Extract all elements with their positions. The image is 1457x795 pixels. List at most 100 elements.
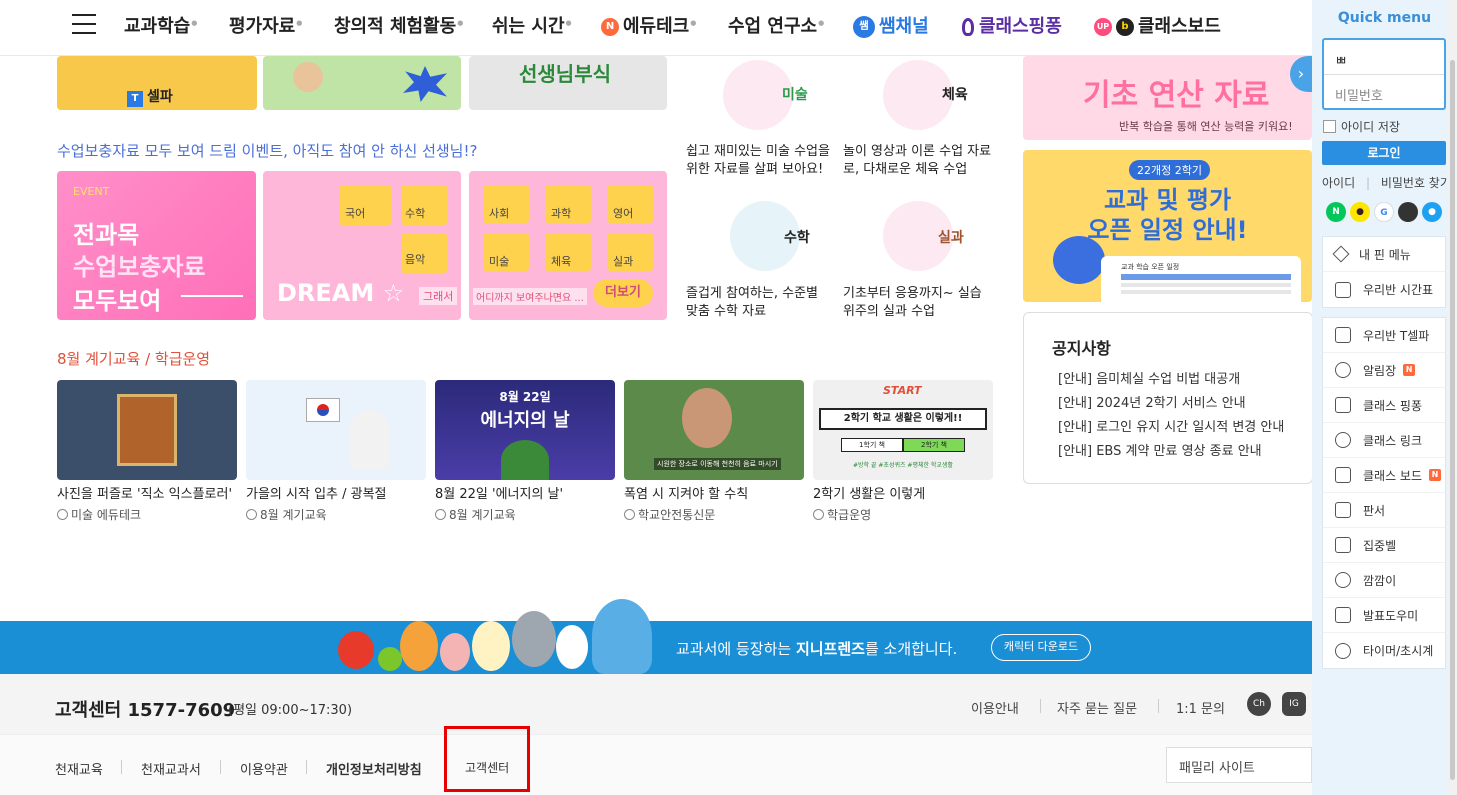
clipboard-icon: [1335, 281, 1351, 298]
kakao-channel-icon[interactable]: Ch: [1247, 692, 1271, 716]
footer-top: 고객센터 1577-7609 (평일 09:00~17:30) 이용안내 자주 …: [0, 674, 1312, 734]
footer-link-guide[interactable]: 이용안내: [971, 698, 1019, 717]
nav-item-class-pingpong[interactable]: 클래스핑퐁: [962, 12, 1062, 38]
bell-icon: [1335, 362, 1351, 378]
autumn-thumb[interactable]: [246, 380, 426, 480]
august-section-title[interactable]: 8월 계기교육 / 학급운영: [57, 348, 210, 369]
quick-item-blink[interactable]: 깜깜이: [1323, 563, 1445, 598]
pin-icon: [1332, 245, 1350, 263]
notice-item[interactable]: [안내] 음미체실 수업 비법 대공개: [1058, 368, 1240, 387]
event-section-title[interactable]: 수업보충자료 모두 보여 드림 이벤트, 아직도 참여 안 하신 선생님!?: [57, 140, 477, 161]
event-tag: EVENT: [73, 185, 110, 198]
event-card-folders[interactable]: 사회 과학 영어 미술 체육 실과 어디까지 보여주나면요 ... 더보기: [469, 171, 667, 320]
energy-day-thumb[interactable]: 8월 22일 에너지의 날: [435, 380, 615, 480]
menu-icon[interactable]: [72, 14, 96, 36]
checklist-icon: [1335, 607, 1351, 623]
footer-link-chunjae-edu[interactable]: 천재교육: [55, 759, 103, 778]
quick-item-class-link[interactable]: 클래스 링크: [1323, 423, 1445, 458]
new-badge: N: [1403, 364, 1416, 376]
quick-item-class-board[interactable]: 클래스 보드 N: [1323, 458, 1445, 493]
quick-item-class-timetable[interactable]: 우리반 시간표: [1323, 272, 1445, 307]
pe-subject-desc[interactable]: 놀이 영상과 이론 수업 자료로, 다채로운 체육 수업: [843, 143, 995, 179]
tree-bulb-image: [501, 440, 549, 480]
quick-item-whiteboard[interactable]: 판서: [1323, 493, 1445, 528]
save-id-checkbox[interactable]: 아이디 저장: [1323, 118, 1400, 135]
clock-icon: [813, 509, 824, 520]
practical-subject-desc[interactable]: 기초부터 응용까지~ 실습 위주의 실과 수업: [843, 285, 988, 321]
eval-schedule-banner[interactable]: 22개정 2학기 교과 및 평가 오픈 일정 안내! 교과 학습 오픈 일정: [1023, 150, 1312, 302]
card-caption[interactable]: 사진을 퍼즐로 '직소 익스플로러': [57, 486, 232, 504]
footer-bottom: 천재교육 천재교과서 이용약관 개인정보처리방침 고객센터 패밀리 사이트: [0, 734, 1312, 795]
quick-item-notice-board[interactable]: 알림장 N: [1323, 353, 1445, 388]
google-login-icon[interactable]: G: [1374, 202, 1394, 222]
folder-practical: 실과: [613, 255, 634, 268]
apple-login-icon[interactable]: [1398, 202, 1418, 222]
character-download-button[interactable]: 캐릭터 다운로드: [991, 634, 1091, 661]
dream-label: DREAM ☆: [277, 279, 405, 307]
kakao-login-icon[interactable]: ●: [1350, 202, 1370, 222]
math-basics-banner[interactable]: 기초 연산 자료 반복 학습을 통해 연산 능력을 키워요!: [1023, 56, 1312, 140]
board-logo-icon: b: [1116, 18, 1134, 36]
event-card-all-subjects[interactable]: EVENT 전과목 수업보충자료 모두보여: [57, 171, 256, 320]
math-subject-desc[interactable]: 즐겁게 참여하는, 수준별 맞춤 수학 자료: [686, 285, 826, 321]
quick-item-presentation-helper[interactable]: 발표도우미: [1323, 598, 1445, 633]
scrollbar-thumb[interactable]: [1450, 60, 1455, 780]
quick-item-timer[interactable]: 타이머/초시계: [1323, 633, 1445, 668]
character-banner[interactable]: 교과서에 등장하는 지니프렌즈를 소개합니다. 캐릭터 다운로드: [0, 599, 1312, 674]
login-button[interactable]: 로그인: [1322, 141, 1446, 165]
quick-item-my-pin-menu[interactable]: 내 핀 메뉴: [1323, 237, 1445, 272]
math-subject-label: 수학: [784, 230, 810, 246]
divider: [121, 760, 122, 774]
whale-login-icon[interactable]: ●: [1422, 202, 1442, 222]
quick-item-class-tselpa[interactable]: 우리반 T셀파: [1323, 318, 1445, 353]
nav-item-evaluation[interactable]: 평가자료●: [229, 12, 302, 38]
eval-tag: 22개정 2학기: [1129, 160, 1210, 180]
event-line2: 수업보충자료: [73, 253, 206, 281]
quick-item-attention-bell[interactable]: 집중벨: [1323, 528, 1445, 563]
book-icon: [1335, 397, 1351, 413]
heatwave-thumb[interactable]: 시원한 장소로 이동해 천천히 음료 마시기: [624, 380, 804, 480]
semester-thumb[interactable]: START 2학기 학교 생활은 이렇게!! 1학기 책 2학기 책 #방학 끝…: [813, 380, 993, 480]
footer-link-faq[interactable]: 자주 묻는 질문: [1057, 698, 1137, 717]
quick-item-class-pingpong[interactable]: 클래스 핑퐁: [1323, 388, 1445, 423]
nav-item-edutech[interactable]: N 에듀테크●: [601, 12, 696, 38]
notice-item[interactable]: [안내] EBS 계약 만료 영상 종료 안내: [1058, 440, 1262, 459]
burst-shape: [403, 66, 447, 102]
nav-item-creative-activity[interactable]: 창의적 체험활동●: [334, 12, 463, 38]
password-input[interactable]: 비밀번호: [1324, 75, 1444, 110]
id-input[interactable]: ㅃ: [1324, 40, 1444, 75]
nav-item-class-board[interactable]: UP b 클래스보드: [1094, 12, 1221, 38]
nav-item-break-time[interactable]: 쉬는 시간●: [492, 12, 572, 38]
folder-english: 영어: [613, 207, 634, 220]
card-caption[interactable]: 8월 22일 '에너지의 날': [435, 486, 563, 504]
more-button[interactable]: 더보기: [593, 279, 653, 307]
naver-login-icon[interactable]: N: [1326, 202, 1346, 222]
nav-item-ssam-channel[interactable]: 쌤 쌤채널: [853, 12, 929, 38]
footer-link-terms[interactable]: 이용약관: [240, 759, 288, 778]
school-icon: [1335, 327, 1351, 343]
selpa-banner[interactable]: T 셀파: [57, 56, 257, 110]
event-card-dream[interactable]: 국어 수학 음악 DREAM ☆ 그래서: [263, 171, 461, 320]
card-caption[interactable]: 2학기 생활은 이렇게: [813, 486, 925, 504]
kids-banner[interactable]: [263, 56, 461, 110]
instagram-icon[interactable]: IG: [1282, 692, 1306, 716]
clock-icon: [435, 509, 446, 520]
footer-link-chunjae-textbook[interactable]: 천재교과서: [141, 759, 201, 778]
nav-item-subject-learning[interactable]: 교과학습●: [124, 12, 197, 38]
find-id-link[interactable]: 아이디: [1322, 176, 1355, 190]
find-password-link[interactable]: 비밀번호 찾기: [1381, 176, 1451, 190]
footer-link-inquiry[interactable]: 1:1 문의: [1176, 698, 1225, 717]
selpa-label: T 셀파: [127, 86, 173, 107]
notice-item[interactable]: [안내] 2024년 2학기 서비스 안내: [1058, 392, 1246, 411]
folder-music: 음악: [405, 253, 426, 266]
card-caption[interactable]: 폭염 시 지켜야 할 수칙: [624, 486, 748, 504]
puzzle-thumb[interactable]: [57, 380, 237, 480]
footer-link-privacy[interactable]: 개인정보처리방침: [326, 759, 422, 778]
nav-item-lesson-lab[interactable]: 수업 연구소●: [728, 12, 824, 38]
family-site-select[interactable]: 패밀리 사이트: [1166, 747, 1312, 783]
folder-science: 과학: [551, 207, 572, 220]
teacher-banner[interactable]: 선생님부식: [469, 56, 667, 110]
notice-item[interactable]: [안내] 로그인 유지 시간 일시적 변경 안내: [1058, 416, 1284, 435]
card-caption[interactable]: 가을의 시작 입추 / 광복절: [246, 486, 387, 504]
art-subject-desc[interactable]: 쉽고 재미있는 미술 수업을 위한 자료를 살펴 보아요!: [686, 143, 836, 179]
